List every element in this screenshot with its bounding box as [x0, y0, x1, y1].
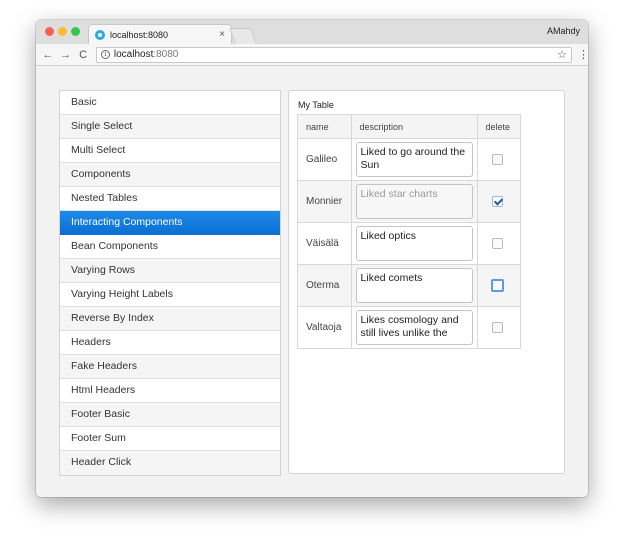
sidebar-item-header-click[interactable]: Header Click [60, 451, 280, 475]
reload-icon[interactable]: C [74, 49, 92, 61]
sidebar-item-basic[interactable]: Basic [60, 91, 280, 115]
delete-cell [476, 138, 522, 181]
tab-title: localhost:8080 [110, 29, 169, 40]
favicon-icon [95, 29, 105, 40]
delete-checkbox[interactable] [491, 154, 503, 165]
browser-toolbar: ← → C i localhost :8080 ☆ ⋮ [36, 44, 588, 66]
description-textarea[interactable]: Liked optics [355, 226, 473, 261]
name-cell: Galileo [297, 138, 352, 181]
column-header-delete[interactable]: delete [476, 114, 522, 139]
sidebar-item-multi-select[interactable]: Multi Select [60, 139, 280, 163]
description-cell: Liked comets [350, 264, 478, 307]
table-row: Väisälä Liked optics [297, 222, 522, 265]
name-cell: Monnier [297, 180, 352, 223]
sidebar-menu: Basic Single Select Multi Select Components… [59, 90, 281, 476]
table-panel: My Table name description delete Galileo… [288, 90, 565, 474]
delete-checkbox[interactable] [490, 279, 504, 292]
url-port: :8080 [153, 49, 179, 60]
sidebar-item-varying-height-labels[interactable]: Varying Height Labels [60, 283, 280, 307]
description-cell: Liked optics [350, 222, 478, 265]
delete-cell [476, 222, 522, 265]
delete-checkbox[interactable] [491, 322, 503, 333]
sidebar-item-nested-tables[interactable]: Nested Tables [60, 187, 280, 211]
sidebar-item-bean-components[interactable]: Bean Components [60, 235, 280, 259]
close-window-button[interactable] [45, 27, 54, 36]
table-row: Monnier Liked star charts [297, 180, 522, 223]
sidebar-item-headers[interactable]: Headers [60, 331, 280, 355]
panel-title: My Table [298, 100, 334, 110]
new-tab-button[interactable] [229, 28, 257, 44]
delete-checkbox[interactable] [491, 238, 503, 249]
description-cell: Liked to go around the Sun [350, 138, 478, 181]
table-row: Galileo Liked to go around the Sun [297, 138, 522, 181]
maximize-window-button[interactable] [71, 27, 80, 36]
sidebar-item-varying-rows[interactable]: Varying Rows [60, 259, 280, 283]
page-content: Basic Single Select Multi Select Components… [36, 67, 588, 497]
table-row: Valtaoja Likes cosmology and still lives … [297, 306, 522, 349]
data-table: name description delete Galileo Liked to … [297, 114, 522, 349]
description-cell: Liked star charts [350, 180, 478, 223]
browser-tab[interactable]: localhost:8080 × [88, 24, 232, 44]
back-arrow-icon[interactable]: ← [39, 49, 57, 61]
url-host: localhost [113, 49, 154, 60]
sidebar-item-single-select[interactable]: Single Select [60, 115, 280, 139]
info-icon[interactable]: i [100, 50, 110, 59]
sidebar-item-fake-headers[interactable]: Fake Headers [60, 355, 280, 379]
table-header-row: name description delete [297, 114, 522, 139]
address-bar[interactable]: i localhost :8080 ☆ [95, 46, 572, 63]
sidebar-item-components[interactable]: Components [60, 163, 280, 187]
delete-checkbox[interactable] [491, 196, 503, 207]
sidebar-item-footer-basic[interactable]: Footer Basic [60, 403, 280, 427]
description-textarea[interactable]: Likes cosmology and still lives unlike t… [355, 310, 473, 345]
browser-menu-icon[interactable]: ⋮ [578, 48, 588, 61]
forward-arrow-icon[interactable]: → [57, 49, 75, 61]
sidebar-item-html-headers[interactable]: Html Headers [60, 379, 280, 403]
table-row: Oterma Liked comets [297, 264, 522, 307]
profile-name[interactable]: AMahdy [547, 26, 580, 36]
name-cell: Valtaoja [297, 306, 352, 349]
delete-cell [476, 264, 522, 307]
name-cell: Oterma [297, 264, 352, 307]
delete-cell [476, 306, 522, 349]
browser-window: localhost:8080 × AMahdy ← → C i localhos… [36, 20, 588, 497]
sidebar-item-interacting-components[interactable]: Interacting Components [60, 211, 280, 235]
delete-cell [476, 180, 522, 223]
sidebar-item-footer-sum[interactable]: Footer Sum [60, 427, 280, 451]
minimize-window-button[interactable] [58, 27, 67, 36]
column-header-name[interactable]: name [297, 114, 352, 139]
description-textarea: Liked star charts [355, 184, 473, 219]
description-cell: Likes cosmology and still lives unlike t… [350, 306, 478, 349]
description-textarea[interactable]: Liked comets [355, 268, 473, 303]
title-bar: localhost:8080 × AMahdy [36, 20, 588, 44]
tab-close-icon[interactable]: × [219, 29, 225, 40]
name-cell: Väisälä [297, 222, 352, 265]
bookmark-star-icon[interactable]: ☆ [557, 48, 567, 61]
sidebar-item-reverse-by-index[interactable]: Reverse By Index [60, 307, 280, 331]
description-textarea[interactable]: Liked to go around the Sun [355, 142, 473, 177]
column-header-description[interactable]: description [350, 114, 478, 139]
